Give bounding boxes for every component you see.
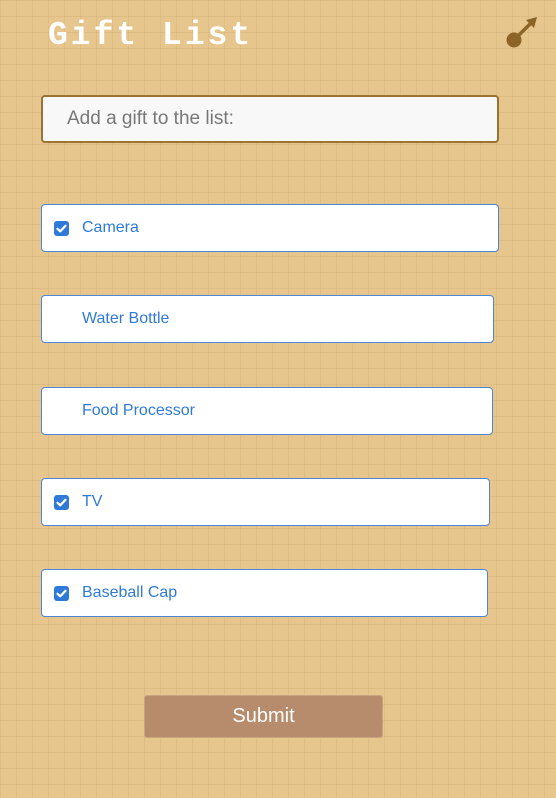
gift-item-food-processor[interactable]: Food Processor: [41, 387, 493, 435]
gift-item-label: TV: [82, 493, 103, 510]
checkbox-checked[interactable]: [54, 586, 69, 601]
gift-item-label: Food Processor: [82, 402, 195, 419]
pin-arrow-icon[interactable]: [502, 12, 542, 52]
page-title: Gift List: [48, 17, 254, 54]
add-gift-input[interactable]: [41, 95, 499, 143]
checkmark-icon: [56, 224, 67, 233]
checkbox-checked[interactable]: [54, 221, 69, 236]
checkmark-icon: [56, 498, 67, 507]
gift-item-baseball-cap[interactable]: Baseball Cap: [41, 569, 488, 617]
gift-item-label: Baseball Cap: [82, 584, 178, 601]
gift-item-tv[interactable]: TV: [41, 478, 490, 526]
checkbox-checked[interactable]: [54, 495, 69, 510]
gift-item-label: Camera: [82, 219, 139, 236]
gift-item-label: Water Bottle: [82, 310, 170, 327]
gift-item-camera[interactable]: Camera: [41, 204, 499, 252]
checkmark-icon: [56, 589, 67, 598]
gift-item-water-bottle[interactable]: Water Bottle: [41, 295, 494, 343]
submit-button[interactable]: Submit: [144, 695, 383, 738]
